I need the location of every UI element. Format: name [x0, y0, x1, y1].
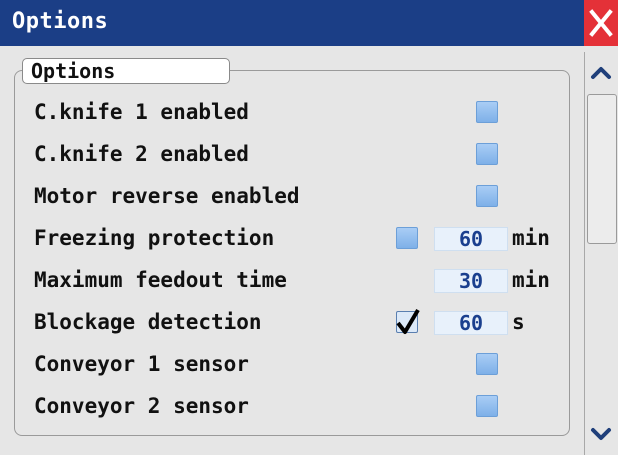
conveyor-2-sensor-checkbox[interactable] [476, 395, 498, 417]
chevron-down-icon [591, 428, 611, 440]
option-label: C.knife 2 enabled [34, 142, 249, 166]
close-button[interactable] [584, 0, 618, 46]
option-label: Blockage detection [34, 310, 262, 334]
option-row-motor-reverse: Motor reverse enabled [0, 178, 580, 218]
option-row-blockage-detection: Blockage detection 60 s [0, 304, 580, 344]
vertical-scrollbar[interactable] [584, 52, 618, 455]
title-bar: Options [0, 0, 618, 46]
option-row-cknife-2: C.knife 2 enabled [0, 136, 580, 176]
group-label: Options [22, 58, 230, 84]
option-label: Conveyor 1 sensor [34, 352, 249, 376]
scroll-thumb[interactable] [587, 94, 617, 244]
unit-label: min [512, 268, 550, 292]
blockage-detection-checkbox[interactable] [396, 308, 420, 334]
cknife-2-checkbox[interactable] [476, 143, 498, 165]
scroll-down-button[interactable] [585, 418, 617, 450]
unit-label: s [512, 310, 525, 334]
option-label: Motor reverse enabled [34, 184, 300, 208]
option-label: Freezing protection [34, 226, 275, 250]
blockage-detection-value[interactable]: 60 [434, 311, 508, 335]
option-label: Maximum feedout time [34, 268, 287, 292]
chevron-up-icon [591, 67, 611, 79]
option-row-conveyor-2-sensor: Conveyor 2 sensor [0, 388, 580, 428]
close-icon [589, 9, 613, 37]
option-row-freezing-protection: Freezing protection 60 min [0, 220, 580, 260]
option-label: C.knife 1 enabled [34, 100, 249, 124]
option-row-cknife-1: C.knife 1 enabled [0, 94, 580, 134]
option-label: Conveyor 2 sensor [34, 394, 249, 418]
unit-label: min [512, 226, 550, 250]
cknife-1-checkbox[interactable] [476, 101, 498, 123]
option-row-conveyor-1-sensor: Conveyor 1 sensor [0, 346, 580, 386]
option-row-max-feedout: Maximum feedout time 30 min [0, 262, 580, 302]
conveyor-1-sensor-checkbox[interactable] [476, 353, 498, 375]
window-title: Options [12, 9, 109, 34]
checkmark-icon [396, 308, 420, 334]
freezing-protection-value[interactable]: 60 [434, 227, 508, 251]
scroll-up-button[interactable] [585, 56, 617, 88]
max-feedout-value[interactable]: 30 [434, 269, 508, 293]
freezing-protection-checkbox[interactable] [396, 227, 418, 249]
motor-reverse-checkbox[interactable] [476, 185, 498, 207]
